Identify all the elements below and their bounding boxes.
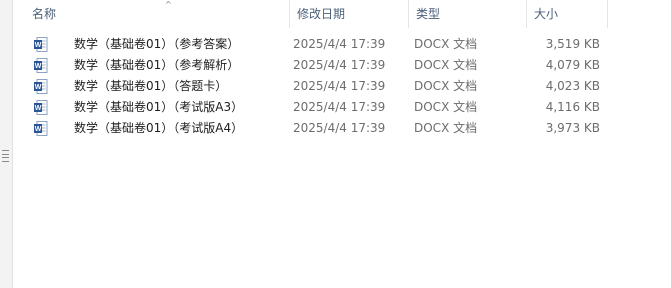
column-header-date[interactable]: 修改日期 bbox=[290, 0, 409, 28]
file-row[interactable]: W 数学（基础卷01）（答题卡） 2025/4/4 17:39 DOCX 文档 … bbox=[13, 76, 671, 97]
column-header-name[interactable]: 名称 ^ bbox=[25, 0, 290, 28]
file-date: 2025/4/4 17:39 bbox=[293, 100, 386, 114]
file-row[interactable]: W 数学（基础卷01）（考试版A4） 2025/4/4 17:39 DOCX 文… bbox=[13, 118, 671, 139]
file-date: 2025/4/4 17:39 bbox=[293, 121, 386, 135]
column-header-size[interactable]: 大小 bbox=[527, 0, 608, 28]
column-header-date-label: 修改日期 bbox=[297, 7, 346, 21]
file-type: DOCX 文档 bbox=[414, 121, 478, 135]
column-header-bar: 名称 ^ 修改日期 类型 大小 bbox=[13, 0, 671, 28]
file-name: 数学（基础卷01）（考试版A4） bbox=[74, 121, 244, 135]
file-date: 2025/4/4 17:39 bbox=[293, 58, 386, 72]
file-name: 数学（基础卷01）（参考解析） bbox=[74, 58, 240, 72]
column-header-size-label: 大小 bbox=[534, 7, 559, 21]
file-list: W 数学（基础卷01）（参考答案） 2025/4/4 17:39 DOCX 文档… bbox=[13, 34, 671, 139]
file-explorer-window: 名称 ^ 修改日期 类型 大小 W 数学（基础卷01）（参考答案） 2025/4… bbox=[0, 0, 671, 288]
file-size: 4,079 KB bbox=[545, 58, 600, 72]
file-row[interactable]: W 数学（基础卷01）（参考解析） 2025/4/4 17:39 DOCX 文档… bbox=[13, 55, 671, 76]
column-header-type[interactable]: 类型 bbox=[409, 0, 527, 28]
file-name: 数学（基础卷01）（考试版A3） bbox=[74, 100, 244, 114]
file-type: DOCX 文档 bbox=[414, 100, 478, 114]
file-name: 数学（基础卷01）（答题卡） bbox=[74, 79, 228, 93]
file-type: DOCX 文档 bbox=[414, 58, 478, 72]
sort-ascending-icon: ^ bbox=[165, 0, 172, 9]
file-size: 4,023 KB bbox=[545, 79, 600, 93]
splitter-grip-icon bbox=[2, 150, 9, 162]
column-header-type-label: 类型 bbox=[416, 7, 441, 21]
file-date: 2025/4/4 17:39 bbox=[293, 79, 386, 93]
file-size: 4,116 KB bbox=[545, 100, 600, 114]
navigation-pane-splitter[interactable] bbox=[0, 0, 13, 288]
file-row[interactable]: W 数学（基础卷01）（参考答案） 2025/4/4 17:39 DOCX 文档… bbox=[13, 34, 671, 55]
file-size: 3,519 KB bbox=[545, 37, 600, 51]
file-size: 3,973 KB bbox=[545, 121, 600, 135]
column-header-name-label: 名称 bbox=[32, 7, 57, 21]
file-name: 数学（基础卷01）（参考答案） bbox=[74, 37, 240, 51]
file-date: 2025/4/4 17:39 bbox=[293, 37, 386, 51]
file-type: DOCX 文档 bbox=[414, 79, 478, 93]
file-row[interactable]: W 数学（基础卷01）（考试版A3） 2025/4/4 17:39 DOCX 文… bbox=[13, 97, 671, 118]
file-type: DOCX 文档 bbox=[414, 37, 478, 51]
